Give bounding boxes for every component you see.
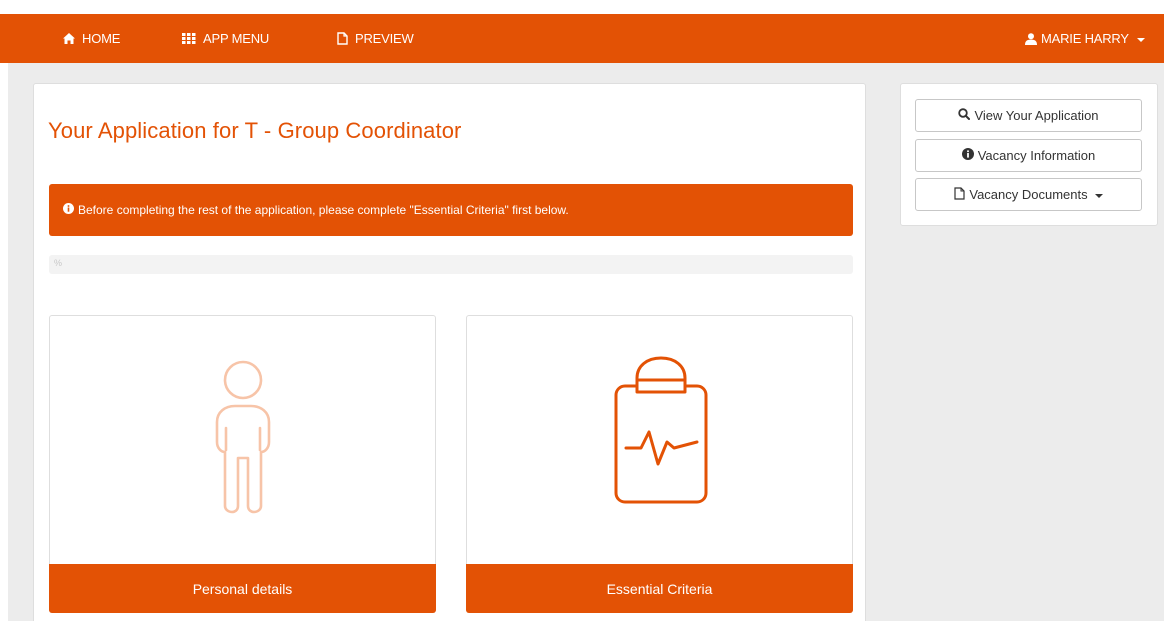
- vacancy-documents-label: Vacancy Documents: [969, 187, 1088, 202]
- chevron-down-icon: [1094, 193, 1103, 198]
- file-icon: [337, 32, 348, 45]
- page-title: Your Application for T - Group Coordinat…: [48, 118, 462, 143]
- alert-banner: Before completing the rest of the applic…: [49, 184, 853, 236]
- alert-text: Before completing the rest of the applic…: [78, 203, 569, 217]
- progress-bar: %: [49, 255, 853, 274]
- left-gutter: [0, 63, 8, 621]
- view-application-label: View Your Application: [974, 108, 1099, 123]
- card-personal-details[interactable]: Personal details: [49, 315, 436, 613]
- nav-app-menu[interactable]: APP MENU: [182, 14, 269, 63]
- progress-label: %: [54, 258, 63, 268]
- user-name: MARIE HARRY: [1041, 31, 1129, 46]
- nav-preview[interactable]: PREVIEW: [337, 14, 414, 63]
- top-navbar: HOME APP MENU PREVIEW MARIE HARRY: [0, 14, 1164, 63]
- home-icon: [63, 33, 75, 44]
- user-menu[interactable]: MARIE HARRY: [1025, 14, 1145, 63]
- info-icon: [63, 203, 74, 217]
- info-icon: [961, 148, 974, 163]
- view-application-button[interactable]: View Your Application: [915, 99, 1142, 132]
- card-essential-criteria[interactable]: Essential Criteria: [466, 315, 853, 613]
- nav-preview-label: PREVIEW: [355, 31, 414, 46]
- card-personal-details-label: Personal details: [49, 564, 436, 613]
- vacancy-information-button[interactable]: Vacancy Information: [915, 139, 1142, 172]
- user-icon: [1025, 32, 1037, 45]
- chevron-down-icon: [1136, 37, 1145, 42]
- card-essential-criteria-label: Essential Criteria: [466, 564, 853, 613]
- person-icon: [213, 356, 273, 521]
- top-strip: [0, 0, 1164, 14]
- nav-home[interactable]: HOME: [63, 14, 120, 63]
- vacancy-documents-button[interactable]: Vacancy Documents: [915, 178, 1142, 211]
- search-icon: [958, 108, 971, 123]
- grid-icon: [182, 33, 196, 44]
- vacancy-information-label: Vacancy Information: [977, 148, 1096, 163]
- nav-app-menu-label: APP MENU: [203, 31, 270, 46]
- clipboard-heartbeat-icon: [613, 356, 709, 511]
- nav-home-label: HOME: [82, 31, 121, 46]
- file-icon: [954, 186, 965, 203]
